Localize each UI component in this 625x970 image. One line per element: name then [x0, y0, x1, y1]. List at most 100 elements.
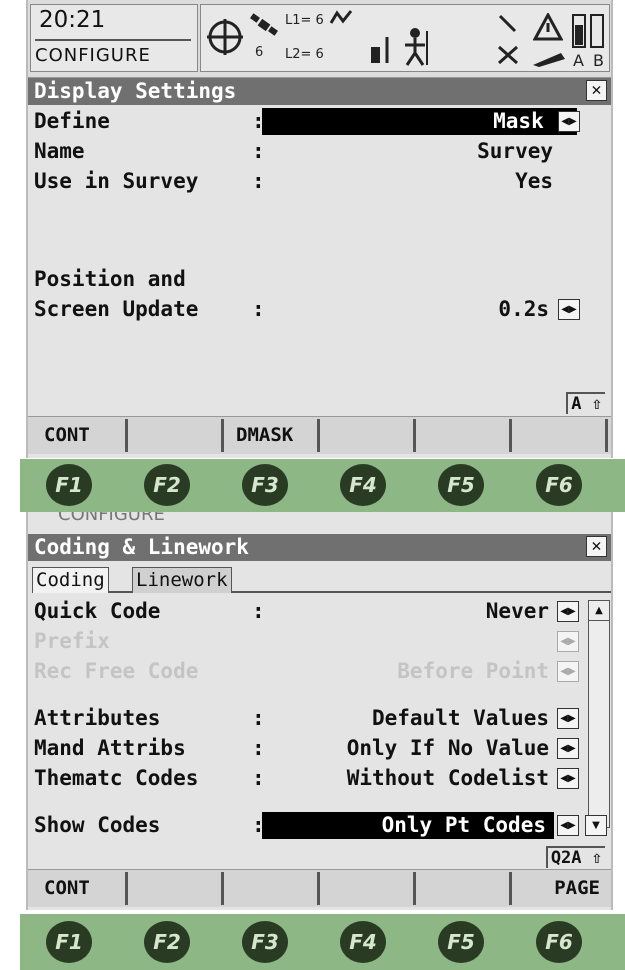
f5-key[interactable]: F5 [438, 464, 484, 506]
thematc-codes-label: Thematc Codes [34, 766, 199, 790]
softkey-f4[interactable] [320, 419, 416, 452]
connection-icon [498, 45, 518, 65]
show-codes-label: Show Codes [34, 813, 161, 837]
battery-a-label: A [573, 51, 584, 70]
f1-key[interactable]: F1 [46, 921, 92, 963]
f6-key[interactable]: F6 [536, 464, 582, 506]
scroll-down-icon[interactable]: ▼ [585, 815, 607, 836]
use-in-survey-row[interactable]: Use in Survey : Yes [28, 168, 611, 195]
softkey-f1-cont[interactable]: CONT [32, 419, 128, 452]
status-time: 20:21 [39, 7, 106, 33]
coding-linework-screen: CONFIGURE Coding & Linework ✕ Coding Lin… [26, 512, 613, 910]
f1-key[interactable]: F1 [46, 464, 92, 506]
show-codes-value[interactable]: Only Pt Codes [262, 812, 554, 839]
softkey-f5[interactable] [416, 419, 512, 452]
left-right-arrows-icon[interactable]: ◀▶ [558, 299, 580, 320]
battery-icon [572, 14, 604, 48]
left-right-arrows-icon[interactable]: ◀▶ [557, 738, 579, 759]
quick-code-row[interactable]: Quick Code : Never ◀▶ [28, 598, 611, 625]
quick-code-label: Quick Code [34, 599, 161, 623]
f6-key[interactable]: F6 [536, 921, 582, 963]
softkey-f1-cont[interactable]: CONT [32, 872, 128, 905]
attributes-row[interactable]: Attributes : Default Values ◀▶ [28, 705, 611, 732]
status-time-mode: 20:21 CONFIGURE [30, 4, 198, 72]
softkey-f6[interactable] [512, 419, 608, 452]
prefix-row: Prefix ◀▶ [28, 628, 611, 655]
f4-key[interactable]: F4 [340, 464, 386, 506]
function-key-strip-top: F1 F2 F3 F4 F5 F6 [20, 459, 625, 512]
define-row[interactable]: Define : Mask 1 ◀▶ [28, 108, 611, 135]
rec-free-code-row: Rec Free Code Before Point ◀▶ [28, 658, 611, 685]
rover-person-icon [405, 28, 428, 66]
left-right-arrows-icon[interactable]: ◀▶ [558, 111, 580, 132]
function-key-strip-bottom: F1 F2 F3 F4 F5 F6 [20, 914, 625, 970]
name-row[interactable]: Name : Survey [28, 138, 611, 165]
softkey-f4[interactable] [320, 872, 416, 905]
use-in-survey-label: Use in Survey [34, 169, 199, 193]
display-settings-screen: 20:21 CONFIGURE 6 L1= 6 L2= 6 A B Displa… [26, 0, 613, 458]
status-mode: CONFIGURE [35, 45, 151, 66]
f2-key[interactable]: F2 [144, 921, 190, 963]
softkey-f2[interactable] [128, 419, 224, 452]
softkey-f3-dmask[interactable]: DMASK [224, 419, 320, 452]
vertical-scrollbar[interactable]: ▲ [588, 600, 610, 828]
rec-free-code-label: Rec Free Code [34, 659, 199, 683]
satellite-icon [250, 13, 278, 36]
scroll-up-icon[interactable]: ▲ [589, 601, 609, 621]
tab-coding[interactable]: Coding [32, 567, 109, 593]
softkey-f3[interactable] [224, 872, 320, 905]
thematc-codes-value[interactable]: Without Codelist [347, 765, 549, 792]
l2-count: L2= 6 [285, 47, 324, 62]
quick-code-value[interactable]: Never [486, 598, 549, 625]
define-value[interactable]: Mask 1 [262, 108, 577, 135]
partial-status-mode: CONFIGURE [58, 512, 165, 525]
close-icon[interactable]: ✕ [586, 80, 607, 101]
left-right-arrows-icon: ◀▶ [557, 631, 579, 652]
left-right-arrows-icon[interactable]: ◀▶ [557, 768, 579, 789]
input-mode-indicator: Q2A ⇧ [545, 846, 605, 868]
memory-card-icon [533, 53, 565, 67]
name-value[interactable]: Survey [477, 138, 553, 165]
left-right-arrows-icon[interactable]: ◀▶ [557, 815, 579, 836]
show-codes-row[interactable]: Show Codes : Only Pt Codes ◀▶ ▼ [28, 812, 611, 839]
f2-key[interactable]: F2 [144, 464, 190, 506]
warning-icon [533, 13, 563, 41]
f5-key[interactable]: F5 [438, 921, 484, 963]
left-right-arrows-icon[interactable]: ◀▶ [557, 708, 579, 729]
battery-b-label: B [593, 51, 604, 70]
rec-free-code-value: Before Point [397, 659, 549, 683]
dialog-title-bar: Display Settings ✕ [28, 78, 611, 105]
tab-strip: Coding Linework [32, 567, 611, 593]
left-right-arrows-icon: ◀▶ [557, 661, 579, 682]
softkey-f2[interactable] [128, 872, 224, 905]
mand-attribs-value[interactable]: Only If No Value [347, 735, 549, 762]
tab-linework[interactable]: Linework [132, 567, 232, 593]
position-screen-update-label-row: Position and [28, 266, 611, 293]
softkey-f6-page[interactable]: PAGE [512, 872, 608, 905]
softkey-bar: CONT DMASK [28, 416, 611, 454]
sat-count: 6 [255, 45, 264, 60]
dialog-title: Coding & Linework [34, 535, 249, 559]
softkey-f5[interactable] [416, 872, 512, 905]
antenna-icon [371, 37, 389, 63]
name-label: Name [34, 139, 85, 163]
screen-update-value[interactable]: 0.2s [498, 296, 549, 323]
attributes-value[interactable]: Default Values [372, 705, 549, 732]
dialog-title: Display Settings [34, 79, 237, 103]
use-in-survey-value[interactable]: Yes [515, 168, 553, 195]
status-icons: 6 L1= 6 L2= 6 A B [200, 4, 610, 72]
position-and-label: Position and [34, 267, 186, 291]
f3-key[interactable]: F3 [242, 464, 288, 506]
screen-update-row[interactable]: Screen Update : 0.2s ◀▶ [28, 296, 611, 323]
softkey-bar: CONT PAGE [28, 869, 611, 907]
left-right-arrows-icon[interactable]: ◀▶ [557, 601, 579, 622]
mand-attribs-row[interactable]: Mand Attribs : Only If No Value ◀▶ [28, 735, 611, 762]
link-icon [498, 14, 517, 33]
define-label: Define [34, 109, 110, 133]
f4-key[interactable]: F4 [340, 921, 386, 963]
input-mode-indicator: A ⇧ [566, 392, 605, 414]
close-icon[interactable]: ✕ [586, 536, 607, 557]
attributes-label: Attributes [34, 706, 161, 730]
thematc-codes-row[interactable]: Thematc Codes : Without Codelist ◀▶ [28, 765, 611, 792]
f3-key[interactable]: F3 [242, 921, 288, 963]
